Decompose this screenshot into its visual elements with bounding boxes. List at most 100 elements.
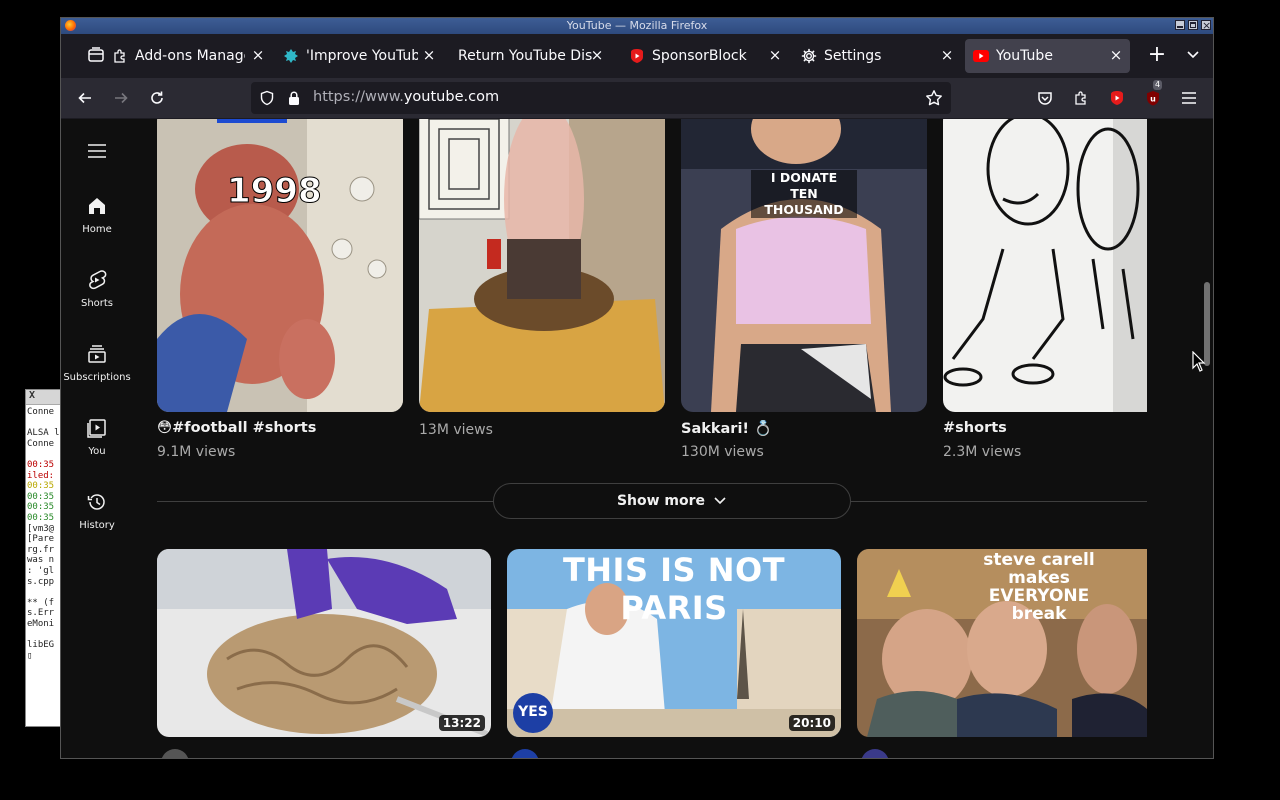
sidebar-item-label: Subscriptions <box>63 371 131 383</box>
sidebar-item-history[interactable]: History <box>61 473 133 547</box>
you-icon <box>87 416 107 440</box>
forward-button[interactable] <box>107 84 135 112</box>
ublock-origin-button[interactable]: u 4 <box>1139 80 1167 112</box>
svg-text:u: u <box>1150 95 1156 104</box>
tab-sponsorblock[interactable]: SponsorBlock × <box>629 39 789 73</box>
terminal-line: rg.fr <box>27 544 55 555</box>
window-title: YouTube — Mozilla Firefox <box>566 19 708 32</box>
back-button[interactable] <box>71 84 99 112</box>
url-text: https://www.youtube.com <box>313 89 499 105</box>
tab-youtube[interactable]: YouTube × <box>965 39 1130 73</box>
lock-icon[interactable] <box>287 90 301 110</box>
close-tab-button[interactable]: × <box>589 47 605 63</box>
close-tab-button[interactable]: × <box>767 47 783 63</box>
terminal-line: [Pare <box>27 534 55 545</box>
close-tab-button[interactable]: × <box>421 47 437 63</box>
terminal-line: ** (f <box>27 597 55 608</box>
tab-title: 'Improve YouTub <box>306 48 418 64</box>
shorts-title[interactable]: #shorts <box>943 420 1007 436</box>
shorts-views: 13M views <box>419 422 493 438</box>
terminal-line: eMoni <box>27 618 55 629</box>
pocket-button[interactable] <box>1031 84 1059 112</box>
terminal-line: 00:35 <box>27 459 55 470</box>
tab-add-ons-manager[interactable]: Add-ons Manage × <box>112 39 272 73</box>
extension-badge: 4 <box>1153 80 1163 90</box>
divider <box>851 501 1147 502</box>
new-tab-button[interactable]: + <box>1143 41 1171 69</box>
close-tab-button[interactable]: × <box>250 47 266 63</box>
terminal-line: Conne <box>27 438 55 449</box>
address-bar[interactable]: https://www.youtube.com <box>251 82 951 114</box>
hamburger-menu-icon <box>1182 92 1196 104</box>
bookmark-star-icon[interactable] <box>925 89 943 111</box>
ublock-origin-icon: u <box>1147 91 1159 106</box>
list-all-tabs-button[interactable] <box>1179 41 1207 69</box>
sidebar-item-shorts[interactable]: Shorts <box>61 251 133 325</box>
video-duration: 20:10 <box>788 715 835 731</box>
pocket-icon <box>1038 92 1052 105</box>
terminal-line: 00:35 <box>27 502 55 513</box>
maximize-button[interactable] <box>1188 20 1198 30</box>
x-logo-icon: X <box>29 390 36 401</box>
channel-avatar[interactable] <box>161 749 189 758</box>
shorts-title[interactable]: 😳#football #shorts <box>157 420 316 436</box>
terminal-output: Conne ALSA l Conne 00:35 iled: 00:35 00:35 00:3… <box>26 405 62 661</box>
forward-arrow-icon <box>115 92 128 104</box>
shorts-title[interactable]: Sakkari! 💍 <box>681 420 772 437</box>
url-host: https://www. <box>313 89 404 105</box>
sidebar-item-you[interactable]: You <box>61 399 133 473</box>
reload-button[interactable] <box>143 84 171 112</box>
shorts-thumbnail[interactable]: 1998 <box>157 119 403 412</box>
shorts-views: 2.3M views <box>943 444 1022 460</box>
channel-avatar[interactable] <box>861 749 889 758</box>
firefox-view-button[interactable] <box>81 40 111 70</box>
divider <box>157 501 493 502</box>
shorts-views: 130M views <box>681 444 764 460</box>
history-icon <box>86 490 108 514</box>
tab-title: Return YouTube Disl <box>458 48 592 64</box>
shorts-thumbnail[interactable] <box>943 119 1147 412</box>
tab-settings[interactable]: Settings × <box>801 39 961 73</box>
navigation-toolbar: https://www.youtube.com u 4 <box>61 78 1213 118</box>
sponsorblock-extension-button[interactable] <box>1103 84 1131 112</box>
window-titlebar[interactable]: YouTube — Mozilla Firefox <box>61 18 1213 34</box>
home-icon <box>87 194 107 218</box>
tab-improve-youtube[interactable]: 'Improve YouTub × <box>283 39 443 73</box>
mouse-cursor-icon <box>1192 351 1206 372</box>
extensions-button[interactable] <box>1067 84 1095 112</box>
shorts-thumbnail[interactable] <box>419 119 665 412</box>
back-arrow-icon <box>78 92 91 104</box>
show-more-button[interactable]: Show more <box>493 483 851 519</box>
youtube-icon <box>629 48 645 64</box>
video-thumbnail[interactable]: THIS IS NOT PARIS YES 20:10 <box>507 549 841 737</box>
close-tab-button[interactable]: × <box>1108 47 1124 63</box>
firefox-logo-icon <box>65 20 76 31</box>
youtube-icon <box>973 48 989 64</box>
tab-bar: Add-ons Manage × 'Improve YouTub × Retur… <box>61 34 1213 78</box>
close-window-button[interactable] <box>1201 18 1211 34</box>
guide-menu-button[interactable] <box>77 131 117 171</box>
channel-avatar[interactable] <box>511 749 539 758</box>
yes-theory-badge: YES <box>518 704 548 720</box>
sidebar-item-home[interactable]: Home <box>61 177 133 251</box>
shorts-overlay-text: I DONATE TEN THOUSAND <box>751 170 857 218</box>
firefox-view-icon <box>88 47 104 62</box>
video-thumbnail[interactable]: steve carell makes EVERYONE break <box>857 549 1147 737</box>
puzzle-icon <box>1075 91 1086 105</box>
tab-return-youtube-dislike[interactable]: Return YouTube Disl × <box>451 39 611 73</box>
tracking-protection-shield-icon[interactable] <box>259 90 275 110</box>
minimize-button[interactable] <box>1175 20 1185 30</box>
terminal-line: s.cpp <box>27 576 55 587</box>
terminal-titlebar[interactable]: X <box>26 390 62 405</box>
terminal-line: was n <box>27 555 55 566</box>
close-tab-button[interactable]: × <box>939 47 955 63</box>
youtube-page: Home Shorts Subscriptions You History 19… <box>61 119 1213 758</box>
application-menu-button[interactable] <box>1175 84 1203 112</box>
shorts-thumbnail[interactable]: I DONATE TEN THOUSAND <box>681 119 927 412</box>
sidebar-item-subscriptions[interactable]: Subscriptions <box>61 325 133 399</box>
gear-icon <box>801 48 817 64</box>
video-thumbnail[interactable]: 13:22 <box>157 549 491 737</box>
terminal-line: s.Err <box>27 608 55 619</box>
